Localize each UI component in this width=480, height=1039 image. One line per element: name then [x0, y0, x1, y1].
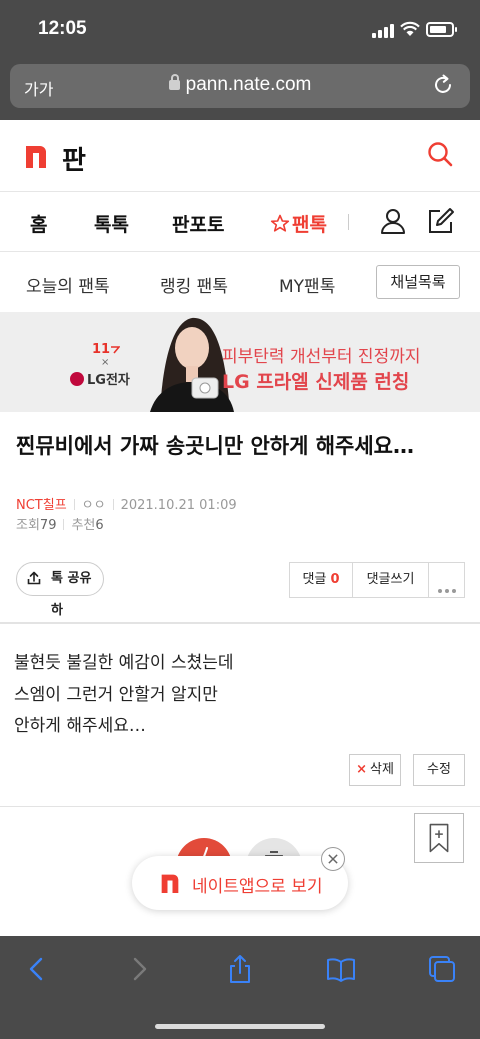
back-icon[interactable]: [22, 954, 52, 984]
write-comment-button[interactable]: 댓글쓰기: [353, 563, 428, 597]
subnav-today-fantalk[interactable]: 오늘의 팬톡: [26, 272, 110, 297]
browser-toolbar: [0, 936, 480, 1039]
post-body-line: 스엠이 그런거 안할거 알지만: [14, 685, 218, 705]
meta-divider: [73, 499, 75, 510]
post-author[interactable]: NCT칠프: [16, 498, 67, 513]
edit-button[interactable]: 수정: [413, 754, 465, 786]
url-text[interactable]: pann.nate.com: [10, 74, 470, 96]
ad-11st-logo: 11: [92, 342, 121, 357]
comments-label: 댓글: [302, 572, 327, 587]
forward-icon: [133, 957, 147, 981]
search-icon[interactable]: [426, 140, 454, 168]
post-actions: 댓글 0 댓글쓰기: [289, 562, 465, 598]
share-icon[interactable]: [225, 954, 255, 984]
site-logo-text[interactable]: 판: [62, 140, 86, 177]
comments-count: 0: [330, 572, 340, 587]
channel-list-button[interactable]: 채널목록: [376, 265, 460, 299]
recommend-count: 6: [95, 518, 104, 533]
ad-lg-logo: LG전자: [70, 369, 130, 388]
cellular-signal-icon: [372, 24, 394, 38]
nate-logo-icon[interactable]: [24, 144, 48, 168]
share-button[interactable]: 톡 공유하: [16, 562, 104, 618]
post-meta-stats: 조회79 추천6: [16, 514, 104, 533]
address-bar[interactable]: 가가 pann.nate.com: [10, 64, 470, 108]
subnav-my-fantalk[interactable]: MY팬톡: [279, 272, 335, 297]
action-divider: [428, 563, 429, 597]
lock-icon: [168, 74, 180, 90]
nav-item-fantalk-label: 팬톡: [292, 214, 327, 236]
delete-label: 삭제: [369, 762, 394, 777]
write-icon[interactable]: [426, 206, 456, 236]
comments-button[interactable]: 댓글 0: [290, 563, 352, 597]
share-label: 톡 공유하: [51, 571, 92, 618]
lg-logo-icon: [70, 372, 84, 386]
tabs-icon[interactable]: [427, 954, 457, 984]
battery-icon: [426, 22, 457, 37]
post-body-line: 불현듯 불길한 예감이 스쳤는데: [14, 653, 234, 673]
section-divider: [0, 622, 480, 624]
bookmark-add-icon[interactable]: [414, 813, 464, 863]
status-time: 12:05: [38, 18, 87, 39]
bookmarks-icon[interactable]: [326, 954, 356, 984]
ad-subheadline: LG 프라엘 신제품 런칭: [222, 371, 410, 393]
nav-item-panphoto[interactable]: 판포토: [172, 210, 224, 237]
home-indicator: [155, 1024, 325, 1029]
post-body-line: 안하게 해주세요…: [14, 716, 146, 736]
meta-divider: [112, 499, 114, 510]
views-label: 조회: [16, 518, 40, 533]
nate-logo-icon: [161, 874, 179, 893]
status-bar: 12:05: [0, 18, 480, 44]
section-divider: [0, 806, 480, 807]
ad-cross-mark: ×: [101, 357, 110, 368]
reload-icon[interactable]: [432, 74, 454, 96]
url-value: pann.nate.com: [185, 74, 312, 95]
recommend-label: 추천: [71, 518, 96, 533]
nav-item-toktok[interactable]: 톡톡: [94, 210, 129, 237]
post-title: 찐뮤비에서 가짜 송곳니만 안하게 해주세요…: [16, 434, 415, 458]
nav-item-fantalk[interactable]: 팬톡: [270, 210, 327, 237]
ad-banner[interactable]: 11 × LG전자 피부탄력 개선부터 진정까지 LG 프라엘 신제품 런칭: [0, 312, 480, 412]
subnav-ranking-fantalk[interactable]: 랭킹 팬톡: [160, 272, 228, 297]
post-meta-author: NCT칠프 ㅇㅇ 2021.10.21 01:09: [16, 494, 237, 513]
post-author-extra: ㅇㅇ: [81, 498, 106, 513]
site-header: 판: [0, 120, 480, 192]
close-icon[interactable]: [321, 847, 345, 871]
post-date: 2021.10.21 01:09: [120, 498, 237, 513]
delete-button[interactable]: × 삭제: [349, 754, 401, 786]
open-in-app-banner[interactable]: 네이트앱으로 보기: [132, 856, 348, 910]
browser-top-chrome: 12:05 가가 pann.nate.com: [0, 0, 480, 120]
share-icon: [27, 571, 41, 585]
nav-divider: [348, 214, 349, 230]
wifi-icon: [400, 21, 420, 36]
star-outline-icon: [270, 214, 290, 232]
views-count: 79: [39, 518, 57, 533]
sub-nav: 오늘의 팬톡 랭킹 팬톡 MY팬톡 채널목록: [0, 252, 480, 312]
meta-divider: [63, 519, 65, 530]
more-options-icon[interactable]: [438, 578, 459, 597]
ad-headline: 피부탄력 개선부터 진정까지: [222, 347, 421, 367]
open-in-app-label: 네이트앱으로 보기: [192, 877, 323, 897]
user-icon[interactable]: [378, 206, 408, 236]
nav-item-home[interactable]: 홈: [30, 210, 47, 237]
delete-x-icon: ×: [356, 762, 367, 777]
main-nav: 홈 톡톡 판포토 팬톡: [0, 192, 480, 252]
